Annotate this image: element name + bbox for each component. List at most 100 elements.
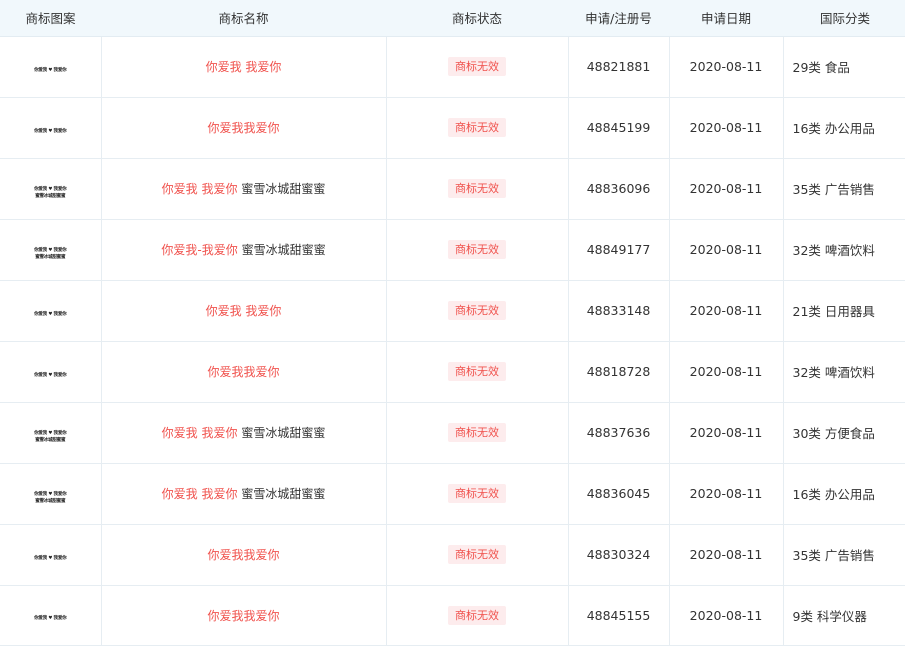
registration-number: 48830324 <box>568 524 670 586</box>
trademark-name-link[interactable]: 你爱我我爱你 <box>207 548 279 562</box>
trademark-logo-text: 你爱我 ♥ 我爱你 <box>34 372 67 378</box>
trademark-logo-text: 你爱我 ♥ 我爱你 <box>34 311 67 317</box>
international-class: 32类 啤酒饮料 <box>783 219 905 281</box>
registration-number: 48845199 <box>568 97 670 159</box>
table-body: 你爱我 ♥ 我爱你 你爱我 我爱你 商标无效 48821881 2020-08-11 29… <box>0 36 905 646</box>
trademark-logo-image[interactable]: 你爱我 ♥ 我爱你 <box>34 372 67 378</box>
trademark-name-suffix: 蜜雪冰城甜蜜蜜 <box>241 426 326 441</box>
trademark-logo-text: 蜜雪冰城甜蜜蜜 <box>35 437 66 443</box>
trademark-logo-text: 蜜雪冰城甜蜜蜜 <box>35 193 66 199</box>
table-row[interactable]: 你爱我 ♥ 我爱你 你爱我我爱你 商标无效 48845155 2020-08-11 9类 … <box>0 585 905 646</box>
application-date: 2020-08-11 <box>669 585 784 646</box>
trademark-logo-image[interactable]: 你爱我 ♥ 我爱你 蜜雪冰城甜蜜蜜 <box>34 491 67 504</box>
international-class: 35类 广告销售 <box>783 158 905 220</box>
trademark-name-cell[interactable]: 你爱我我爱你 <box>101 341 387 403</box>
trademark-name-cell[interactable]: 你爱我 我爱你 蜜雪冰城甜蜜蜜 <box>101 402 387 464</box>
application-date: 2020-08-11 <box>669 402 784 464</box>
trademark-status-cell: 商标无效 <box>386 341 569 403</box>
trademark-logo-text: 你爱我 ♥ 我爱你 <box>34 67 67 73</box>
trademark-name-link[interactable]: 你爱我 我爱你 <box>162 182 238 196</box>
trademark-name-link[interactable]: 你爱我 我爱你 <box>162 487 238 501</box>
table-row[interactable]: 你爱我 ♥ 我爱你 你爱我 我爱你 商标无效 48833148 2020-08-11 21… <box>0 280 905 342</box>
trademark-name-link[interactable]: 你爱我 我爱你 <box>206 304 282 318</box>
trademark-logo-image[interactable]: 你爱我 ♥ 我爱你 蜜雪冰城甜蜜蜜 <box>34 431 67 443</box>
header-reg-no: 申请/注册号 <box>568 0 669 37</box>
status-badge: 商标无效 <box>448 362 506 382</box>
trademark-logo-cell: 你爱我 ♥ 我爱你 <box>0 341 102 403</box>
status-badge: 商标无效 <box>448 57 506 77</box>
registration-number: 48845155 <box>568 585 670 646</box>
trademark-logo-image[interactable]: 你爱我 ♥ 我爱你 <box>34 555 67 561</box>
status-badge: 商标无效 <box>448 240 506 260</box>
table-row[interactable]: 你爱我 ♥ 我爱你 你爱我我爱你 商标无效 48830324 2020-08-11 35类… <box>0 524 905 586</box>
trademark-logo-text: 你爱我 ♥ 我爱你 <box>34 616 67 622</box>
trademark-name-cell[interactable]: 你爱我我爱你 <box>101 585 387 646</box>
trademark-status-cell: 商标无效 <box>386 97 569 159</box>
trademark-logo-text: 蜜雪冰城甜蜜蜜 <box>35 254 66 260</box>
trademark-logo-image[interactable]: 你爱我 ♥ 我爱你 <box>34 616 67 622</box>
registration-number: 48836045 <box>568 463 670 525</box>
status-badge: 商标无效 <box>448 423 506 443</box>
table-row[interactable]: 你爱我 ♥ 我爱你 你爱我 我爱你 商标无效 48821881 2020-08-11 29… <box>0 36 905 98</box>
trademark-logo-cell: 你爱我 ♥ 我爱你 <box>0 280 102 342</box>
trademark-logo-text: 你爱我 ♥ 我爱你 <box>34 491 67 497</box>
trademark-name-link[interactable]: 你爱我 我爱你 <box>206 60 282 74</box>
table-header: 商标图案 商标名称 商标状态 申请/注册号 申请日期 国际分类 <box>0 0 905 37</box>
table-row[interactable]: 你爱我 ♥ 我爱你 蜜雪冰城甜蜜蜜 你爱我-我爱你 蜜雪冰城甜蜜蜜 商标无效 48849… <box>0 219 905 281</box>
trademark-name-cell[interactable]: 你爱我我爱你 <box>101 97 387 159</box>
application-date: 2020-08-11 <box>669 524 784 586</box>
trademark-logo-cell: 你爱我 ♥ 我爱你 <box>0 97 102 159</box>
trademark-name-link[interactable]: 你爱我我爱你 <box>207 365 279 379</box>
trademark-name-cell[interactable]: 你爱我 我爱你 蜜雪冰城甜蜜蜜 <box>101 463 387 525</box>
trademark-name-link[interactable]: 你爱我 我爱你 <box>162 426 238 440</box>
trademark-logo-image[interactable]: 你爱我 ♥ 我爱你 <box>34 128 67 134</box>
registration-number: 48818728 <box>568 341 670 403</box>
trademark-logo-image[interactable]: 你爱我 ♥ 我爱你 <box>34 311 67 317</box>
trademark-status-cell: 商标无效 <box>386 463 569 525</box>
trademark-name-link[interactable]: 你爱我我爱你 <box>207 609 279 623</box>
application-date: 2020-08-11 <box>669 219 784 281</box>
table-row[interactable]: 你爱我 ♥ 我爱你 蜜雪冰城甜蜜蜜 你爱我 我爱你 蜜雪冰城甜蜜蜜 商标无效 48837… <box>0 402 905 464</box>
trademark-logo-text: 你爱我 ♥ 我爱你 <box>34 247 67 253</box>
trademark-logo-text: 你爱我 ♥ 我爱你 <box>34 128 67 134</box>
trademark-name-cell[interactable]: 你爱我 我爱你 蜜雪冰城甜蜜蜜 <box>101 158 387 220</box>
trademark-logo-cell: 你爱我 ♥ 我爱你 蜜雪冰城甜蜜蜜 <box>0 463 102 525</box>
application-date: 2020-08-11 <box>669 158 784 220</box>
trademark-logo-text: 蜜雪冰城甜蜜蜜 <box>35 498 66 504</box>
trademark-logo-text: 你爱我 ♥ 我爱你 <box>34 555 67 561</box>
trademark-name-link[interactable]: 你爱我-我爱你 <box>161 243 237 257</box>
table-row[interactable]: 你爱我 ♥ 我爱你 蜜雪冰城甜蜜蜜 你爱我 我爱你 蜜雪冰城甜蜜蜜 商标无效 48836… <box>0 463 905 525</box>
table-row[interactable]: 你爱我 ♥ 我爱你 你爱我我爱你 商标无效 48845199 2020-08-11 16类… <box>0 97 905 159</box>
trademark-name-cell[interactable]: 你爱我我爱你 <box>101 524 387 586</box>
trademark-logo-cell: 你爱我 ♥ 我爱你 蜜雪冰城甜蜜蜜 <box>0 402 102 464</box>
status-badge: 商标无效 <box>448 545 506 565</box>
trademark-status-cell: 商标无效 <box>386 585 569 646</box>
header-row: 商标图案 商标名称 商标状态 申请/注册号 申请日期 国际分类 <box>0 0 905 37</box>
registration-number: 48849177 <box>568 219 670 281</box>
status-badge: 商标无效 <box>448 301 506 321</box>
international-class: 16类 办公用品 <box>783 97 905 159</box>
trademark-logo-image[interactable]: 你爱我 ♥ 我爱你 蜜雪冰城甜蜜蜜 <box>34 186 67 199</box>
trademark-name-cell[interactable]: 你爱我-我爱你 蜜雪冰城甜蜜蜜 <box>101 219 387 281</box>
registration-number: 48821881 <box>568 36 670 98</box>
trademark-status-cell: 商标无效 <box>386 158 569 220</box>
trademark-name-cell[interactable]: 你爱我 我爱你 <box>101 280 387 342</box>
trademark-status-cell: 商标无效 <box>386 402 569 464</box>
application-date: 2020-08-11 <box>669 463 784 525</box>
trademark-logo-text: 你爱我 ♥ 我爱你 <box>34 186 67 192</box>
table-row[interactable]: 你爱我 ♥ 我爱你 你爱我我爱你 商标无效 48818728 2020-08-11 32类… <box>0 341 905 403</box>
trademark-logo-cell: 你爱我 ♥ 我爱你 蜜雪冰城甜蜜蜜 <box>0 219 102 281</box>
trademark-logo-image[interactable]: 你爱我 ♥ 我爱你 <box>34 67 67 73</box>
table-row[interactable]: 你爱我 ♥ 我爱你 蜜雪冰城甜蜜蜜 你爱我 我爱你 蜜雪冰城甜蜜蜜 商标无效 48836… <box>0 158 905 220</box>
header-date: 申请日期 <box>669 0 783 37</box>
trademark-logo-image[interactable]: 你爱我 ♥ 我爱你 蜜雪冰城甜蜜蜜 <box>34 247 67 260</box>
header-status: 商标状态 <box>386 0 568 37</box>
application-date: 2020-08-11 <box>669 36 784 98</box>
application-date: 2020-08-11 <box>669 341 784 403</box>
trademark-logo-cell: 你爱我 ♥ 我爱你 <box>0 36 102 98</box>
trademark-status-cell: 商标无效 <box>386 219 569 281</box>
trademark-logo-cell: 你爱我 ♥ 我爱你 <box>0 524 102 586</box>
trademark-name-suffix: 蜜雪冰城甜蜜蜜 <box>241 487 326 502</box>
trademark-name-link[interactable]: 你爱我我爱你 <box>207 121 279 135</box>
trademark-name-cell[interactable]: 你爱我 我爱你 <box>101 36 387 98</box>
